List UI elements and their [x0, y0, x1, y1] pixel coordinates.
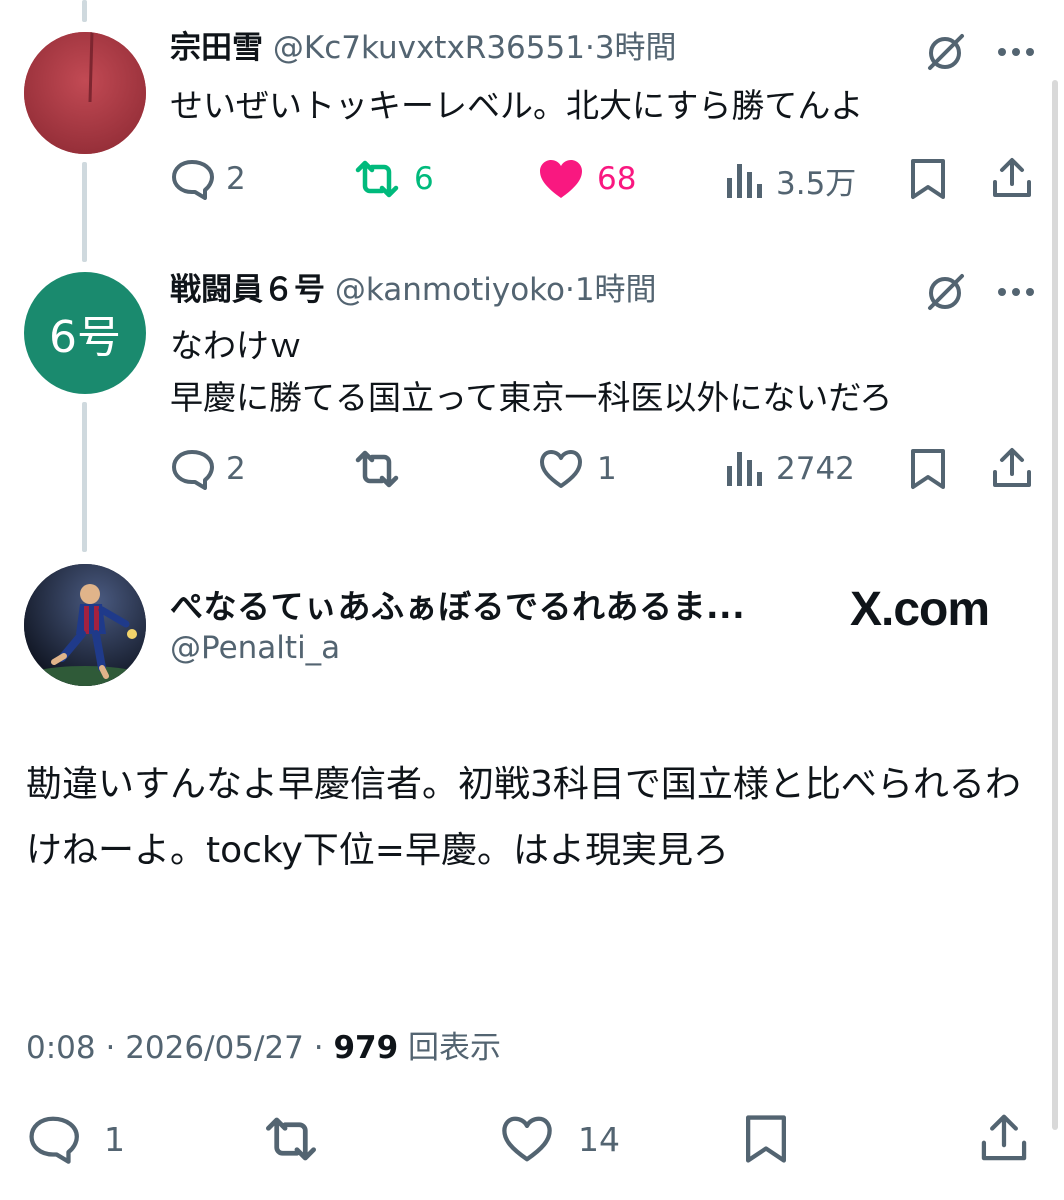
like-count: 14 — [578, 1119, 620, 1159]
bookmark-icon[interactable] — [908, 448, 948, 494]
thread-line-2 — [82, 402, 87, 552]
reply-button[interactable]: 2 — [170, 158, 246, 200]
avatar[interactable]: 6号 — [24, 272, 146, 394]
source-label: X.com — [850, 583, 990, 636]
retweet-icon — [355, 450, 399, 488]
reply-button[interactable]: 1 — [26, 1114, 125, 1164]
share-icon[interactable] — [990, 446, 1034, 494]
views-icon — [727, 163, 762, 198]
like-button[interactable]: 68 — [537, 158, 636, 200]
views-icon — [727, 452, 762, 486]
like-icon — [540, 160, 582, 198]
avatar-image — [24, 32, 146, 154]
tweet-time[interactable]: 0:08 — [26, 1030, 96, 1066]
tweet-header: 戦闘員６号 @kanmotiyoko·1時間 — [170, 272, 657, 308]
retweet-button[interactable]: 6 — [352, 158, 434, 200]
grok-icon[interactable] — [924, 270, 968, 318]
avatar[interactable] — [24, 32, 146, 154]
view-count: 3.5万 — [776, 166, 857, 202]
reply-icon — [172, 450, 214, 490]
tweet-date[interactable]: 2026/05/27 — [125, 1030, 304, 1066]
more-icon[interactable] — [996, 284, 1036, 303]
reply-button[interactable]: 2 — [170, 448, 246, 490]
retweet-button[interactable] — [260, 1114, 322, 1164]
avatar-image — [24, 564, 146, 686]
like-count: 68 — [597, 161, 637, 197]
user-handle[interactable]: @kanmotiyoko — [335, 272, 565, 308]
grok-icon[interactable] — [924, 30, 968, 78]
share-icon[interactable] — [990, 156, 1034, 204]
tweet-text: 勘違いすんなよ早慶信者。初戦3科目で国立様と比べられるわけねーよ。tocky下位… — [26, 764, 1021, 871]
reply-icon — [29, 1116, 79, 1164]
bookmark-icon[interactable] — [742, 1114, 790, 1168]
retweet-button[interactable] — [352, 448, 402, 490]
reply-icon — [172, 160, 214, 200]
tweet-text: せいぜいトッキーレベル。北大にすら勝てんよ — [170, 86, 864, 125]
like-icon — [540, 450, 582, 488]
bookmark-icon[interactable] — [908, 158, 948, 204]
view-count: 2742 — [776, 451, 855, 487]
view-count: 979 — [333, 1030, 399, 1066]
display-name[interactable]: 戦闘員６号 — [170, 272, 325, 308]
display-name[interactable]: ぺなるてぃあふぁぼるでるれあるま... — [170, 580, 745, 628]
user-handle[interactable]: @Kc7kuvxtxR36551 — [273, 30, 585, 66]
x-logo: X.com — [850, 582, 990, 637]
views-button[interactable]: 3.5万 — [724, 158, 856, 203]
tweet-text-line-2: 早慶に勝てる国立って東京一科医以外にないだろ — [170, 378, 893, 417]
tweet-text-line-1: なわけｗ — [170, 326, 302, 365]
retweet-icon — [355, 160, 399, 198]
tweet-time[interactable]: 1時間 — [575, 272, 657, 308]
retweet-icon — [266, 1117, 316, 1161]
views-label: 回表示 — [408, 1030, 502, 1066]
reply-count: 2 — [226, 451, 246, 487]
avatar[interactable] — [24, 564, 146, 686]
user-handle[interactable]: @Penalti_a — [170, 630, 340, 666]
tweet-header: 宗田雪 @Kc7kuvxtxR36551·3時間 — [170, 30, 677, 66]
like-button[interactable]: 14 — [498, 1114, 620, 1164]
views-button[interactable]: 2742 — [724, 448, 855, 490]
more-icon[interactable] — [996, 44, 1036, 63]
scrollbar[interactable] — [1052, 80, 1058, 1130]
retweet-count: 6 — [414, 161, 434, 197]
like-icon — [502, 1116, 552, 1162]
tweet-timestamp: 0:08 · 2026/05/27 · 979 回表示 — [26, 1030, 502, 1066]
avatar-text: 6号 — [49, 312, 121, 363]
like-count: 1 — [597, 451, 617, 487]
thread-line-1 — [82, 162, 87, 262]
share-icon[interactable] — [978, 1112, 1030, 1168]
reply-count: 2 — [226, 161, 246, 197]
display-name[interactable]: 宗田雪 — [170, 30, 263, 66]
tweet-time[interactable]: 3時間 — [595, 30, 677, 66]
reply-count: 1 — [104, 1119, 125, 1159]
thread-line-top — [82, 0, 87, 22]
like-button[interactable]: 1 — [537, 448, 617, 490]
